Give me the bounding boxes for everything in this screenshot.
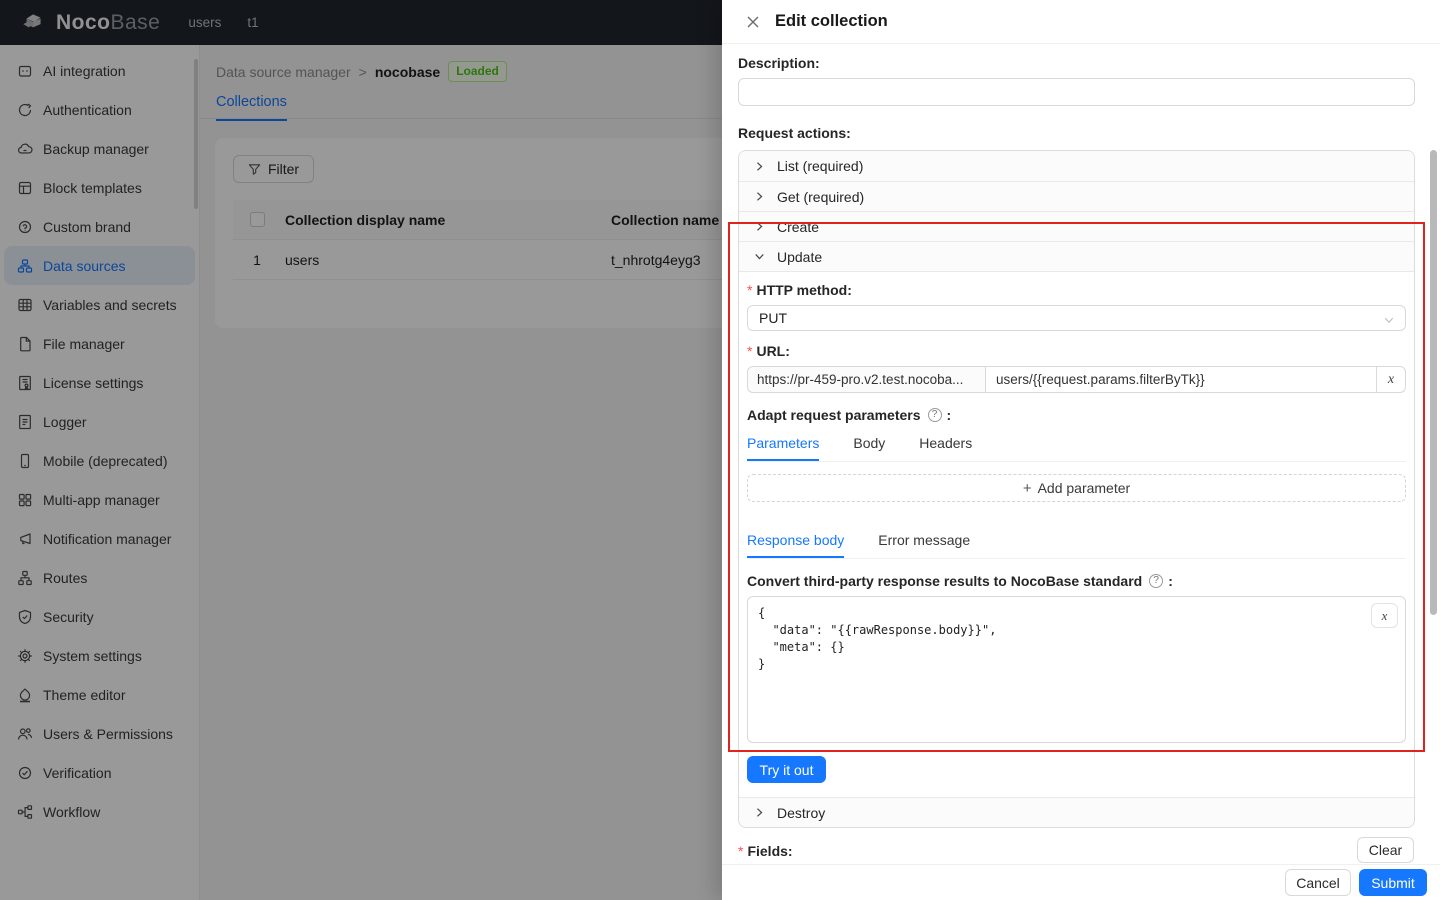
drawer-footer: Cancel Submit [722, 864, 1440, 900]
panel-destroy-header[interactable]: Destroy [739, 797, 1414, 827]
request-actions-collapse: List (required) Get (required) Create Up… [738, 150, 1415, 828]
add-parameter-label: Add parameter [1037, 480, 1131, 496]
panel-create: Create [739, 211, 1414, 241]
request-actions-label: Request actions: [738, 125, 851, 141]
panel-update: Update * HTTP method: PUT * URL: https://p… [739, 241, 1414, 797]
submit-button[interactable]: Submit [1359, 869, 1427, 896]
panel-update-header[interactable]: Update [739, 241, 1414, 271]
panel-label: Create [777, 218, 820, 235]
fields-section-header: * Fields: Clear [738, 837, 1415, 864]
tab-parameters[interactable]: Parameters [747, 430, 820, 461]
clear-button[interactable]: Clear [1357, 837, 1414, 863]
edit-collection-drawer: Edit collection Description: Request act… [722, 0, 1440, 900]
chevron-right-icon [754, 161, 765, 172]
help-icon[interactable]: ? [927, 408, 942, 422]
code-line: "data": "{{rawResponse.body}}", [758, 623, 997, 637]
add-parameter-button[interactable]: + Add parameter [747, 474, 1406, 502]
screen: NocoBase users t1 AI integration Authent… [0, 0, 1440, 900]
response-tabs: Response body Error message [747, 527, 1406, 559]
chevron-down-icon [1383, 313, 1395, 325]
url-input-group: https://pr-459-pro.v2.test.nocoba... use… [747, 366, 1406, 393]
code-line: } [758, 657, 766, 671]
convert-response-label: Convert third-party response results to … [747, 573, 1173, 589]
help-icon[interactable]: ? [1149, 574, 1164, 588]
drawer-body: Description: Request actions: List (requ… [722, 44, 1440, 864]
code-line: "meta": {} [758, 640, 845, 654]
tab-headers[interactable]: Headers [919, 430, 972, 461]
chevron-right-icon [754, 191, 765, 202]
fields-label: * Fields: [738, 843, 793, 859]
tab-error-message[interactable]: Error message [878, 527, 970, 558]
panel-label: Update [777, 248, 823, 265]
close-icon[interactable] [745, 14, 761, 30]
description-label: Description: [738, 55, 820, 71]
adapt-request-parameters-label: Adapt request parameters ? : [747, 407, 952, 423]
panel-get: Get (required) [739, 181, 1414, 211]
panel-create-header[interactable]: Create [739, 211, 1414, 241]
url-base-input[interactable]: https://pr-459-pro.v2.test.nocoba... [747, 366, 986, 393]
http-method-value: PUT [759, 310, 787, 326]
panel-destroy: Destroy [739, 797, 1414, 827]
code-line: { [758, 606, 766, 620]
panel-list: List (required) [739, 151, 1414, 181]
panel-get-header[interactable]: Get (required) [739, 181, 1414, 211]
url-label: * URL: [747, 343, 790, 359]
panel-list-header[interactable]: List (required) [739, 151, 1414, 181]
drawer-header: Edit collection [722, 0, 1440, 44]
url-path-input[interactable]: users/{{request.params.filterByTk}} [986, 366, 1377, 393]
tab-response-body[interactable]: Response body [747, 527, 845, 558]
panel-label: Get (required) [777, 188, 865, 205]
update-panel-content: * HTTP method: PUT * URL: https://pr-459-p… [739, 271, 1414, 797]
response-transform-code-editor[interactable]: { "data": "{{rawResponse.body}}", "meta"… [747, 596, 1406, 743]
http-method-label: * HTTP method: [747, 282, 852, 298]
chevron-right-icon [754, 221, 765, 232]
drawer-scrollbar[interactable] [1430, 150, 1437, 615]
request-param-tabs: Parameters Body Headers [747, 430, 1406, 462]
try-it-out-button[interactable]: Try it out [747, 756, 826, 783]
http-method-select[interactable]: PUT [747, 305, 1406, 331]
variable-button[interactable]: x [1377, 366, 1406, 393]
chevron-right-icon [754, 807, 765, 818]
plus-icon: + [1022, 479, 1032, 497]
variable-button[interactable]: x [1371, 603, 1398, 628]
tab-body[interactable]: Body [853, 430, 885, 461]
drawer-title: Edit collection [775, 12, 888, 30]
panel-label: List (required) [777, 158, 864, 174]
chevron-down-icon [754, 251, 765, 262]
panel-label: Destroy [777, 804, 826, 821]
cancel-button[interactable]: Cancel [1285, 869, 1351, 896]
description-input[interactable] [738, 78, 1415, 106]
